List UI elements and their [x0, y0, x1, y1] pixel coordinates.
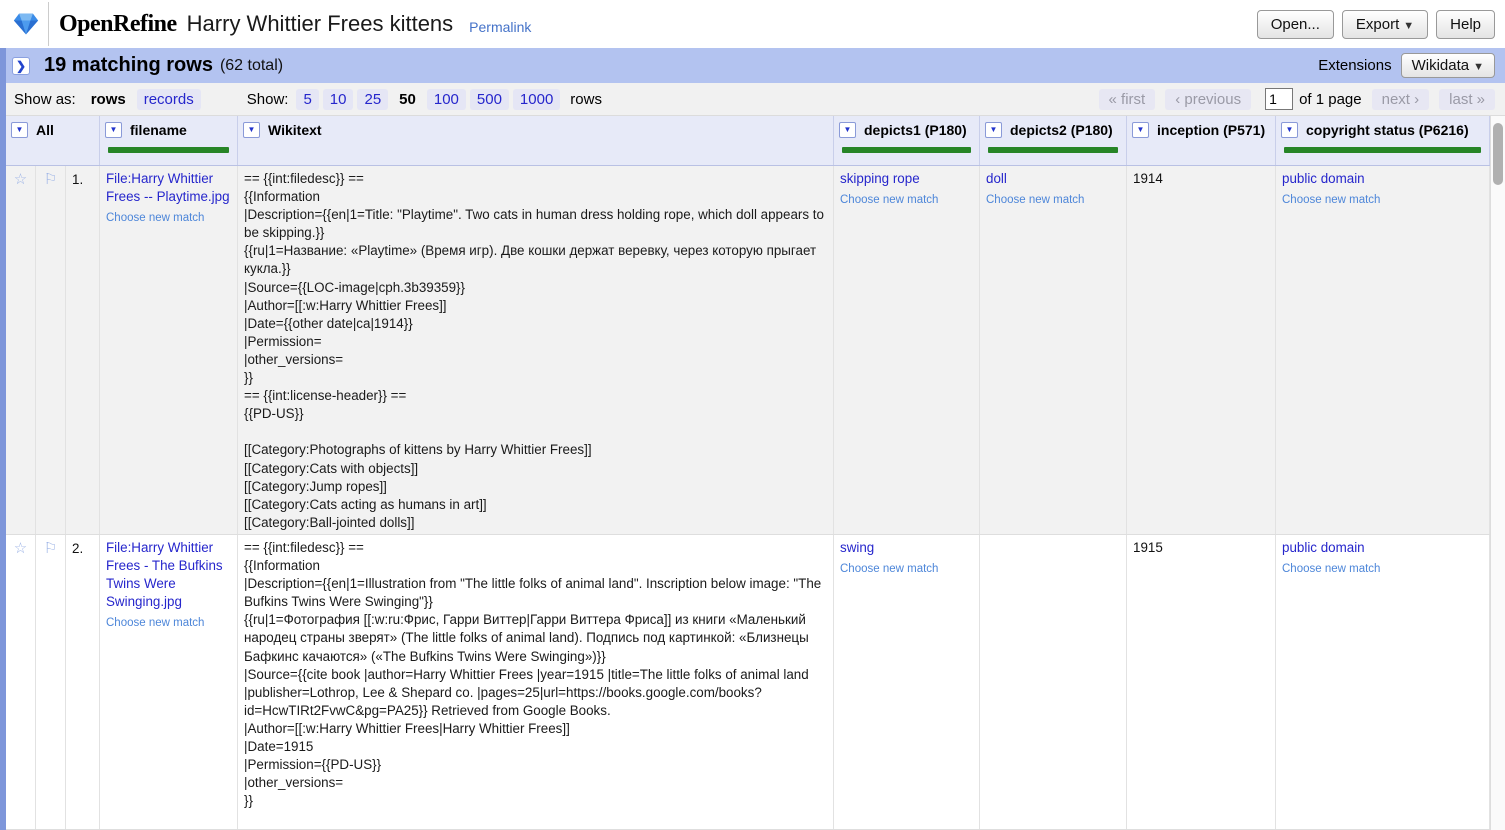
scrollbar-thumb[interactable]	[1493, 123, 1503, 185]
column-header-depicts1: ▼ depicts1 (P180)	[834, 116, 980, 165]
inception-column-menu-icon[interactable]: ▼	[1132, 122, 1149, 138]
filename-match-link[interactable]: File:Harry Whittier Frees - The Bufkins …	[106, 540, 223, 609]
wikitext-cell[interactable]: == {{int:filedesc}} == {{Information |De…	[238, 166, 834, 534]
column-header-all: ▼ All	[6, 116, 100, 165]
page-size-1000[interactable]: 1000	[513, 89, 560, 110]
depicts2-cell: doll Choose new match	[980, 166, 1127, 534]
inception-cell[interactable]: 1914	[1127, 166, 1276, 534]
copyright-column-menu-icon[interactable]: ▼	[1281, 122, 1298, 138]
star-toggle[interactable]: ☆	[6, 535, 36, 829]
star-icon: ☆	[14, 171, 27, 188]
openrefine-diamond-logo	[12, 11, 40, 37]
choose-new-match-link[interactable]: Choose new match	[1282, 560, 1483, 578]
permalink-link[interactable]: Permalink	[469, 19, 531, 35]
pagination-last-button[interactable]: last »	[1439, 89, 1495, 110]
wikidata-caret-icon: ▼	[1473, 61, 1484, 73]
wikidata-extension-button[interactable]: Wikidata▼	[1401, 53, 1495, 78]
wikitext-cell[interactable]: == {{int:filedesc}} == {{Information |De…	[238, 535, 834, 829]
choose-new-match-link[interactable]: Choose new match	[106, 614, 231, 632]
page-number-input[interactable]	[1265, 88, 1293, 110]
open-button[interactable]: Open...	[1257, 10, 1334, 39]
row-index: 2.	[66, 535, 100, 829]
page-size-50-selected[interactable]: 50	[392, 89, 423, 110]
copyright-cell: public domain Choose new match	[1276, 535, 1490, 829]
pagination-next-button[interactable]: next ›	[1372, 89, 1430, 110]
depicts1-column-menu-icon[interactable]: ▼	[839, 122, 856, 138]
filename-cell: File:Harry Whittier Frees -- Playtime.jp…	[100, 166, 238, 534]
extensions-label: Extensions	[1318, 57, 1391, 74]
show-as-label: Show as:	[14, 91, 76, 108]
flag-toggle[interactable]: ⚐	[36, 535, 66, 829]
header-divider	[48, 2, 49, 46]
depicts1-match-link[interactable]: swing	[840, 540, 874, 555]
matching-rows-count: 19 matching rows	[44, 54, 213, 77]
depicts2-column-menu-icon[interactable]: ▼	[985, 122, 1002, 138]
rows-suffix-label: rows	[570, 91, 602, 108]
expand-facets-chevron-icon[interactable]: ❯	[12, 57, 30, 75]
column-header-copyright-status: ▼ copyright status (P6216)	[1276, 116, 1490, 165]
page-size-label: Show:	[247, 91, 289, 108]
app-header: OpenRefine Harry Whittier Frees kittens …	[0, 0, 1505, 48]
depicts2-reconcile-progress	[988, 147, 1118, 153]
total-rows-count: (62 total)	[220, 57, 283, 75]
data-table: ▼ All ▼ filename ▼ Wikitext	[6, 116, 1505, 830]
choose-new-match-link[interactable]: Choose new match	[840, 560, 973, 578]
page-size-5[interactable]: 5	[296, 89, 318, 110]
wikitext-column-menu-icon[interactable]: ▼	[243, 122, 260, 138]
column-header-filename: ▼ filename	[100, 116, 238, 165]
show-as-rows-option[interactable]: rows	[84, 89, 133, 110]
summary-bar: ❯ 19 matching rows (62 total) Extensions…	[0, 48, 1505, 83]
choose-new-match-link[interactable]: Choose new match	[1282, 191, 1483, 209]
depicts1-match-link[interactable]: skipping rope	[840, 171, 920, 186]
page-size-10[interactable]: 10	[323, 89, 354, 110]
page-size-500[interactable]: 500	[470, 89, 509, 110]
export-caret-icon: ▼	[1403, 20, 1414, 32]
column-header-inception: ▼ inception (P571)	[1127, 116, 1276, 165]
table-header-row: ▼ All ▼ filename ▼ Wikitext	[6, 116, 1490, 166]
depicts1-reconcile-progress	[842, 147, 971, 153]
pagination-previous-button[interactable]: ‹ previous	[1165, 89, 1251, 110]
depicts2-match-link[interactable]: doll	[986, 171, 1007, 186]
filename-match-link[interactable]: File:Harry Whittier Frees -- Playtime.jp…	[106, 171, 230, 204]
filename-column-menu-icon[interactable]: ▼	[105, 122, 122, 138]
depicts1-cell: skipping rope Choose new match	[834, 166, 980, 534]
choose-new-match-link[interactable]: Choose new match	[106, 209, 231, 227]
depicts2-cell-empty[interactable]	[980, 535, 1127, 829]
flag-icon: ⚐	[44, 171, 57, 188]
show-as-records-option[interactable]: records	[137, 89, 201, 110]
help-button[interactable]: Help	[1436, 10, 1495, 39]
flag-toggle[interactable]: ⚐	[36, 166, 66, 534]
page-size-25[interactable]: 25	[357, 89, 388, 110]
vertical-scrollbar[interactable]	[1490, 116, 1505, 830]
project-title: Harry Whittier Frees kittens	[187, 11, 454, 37]
pagination-first-button[interactable]: « first	[1099, 89, 1156, 110]
column-header-depicts2: ▼ depicts2 (P180)	[980, 116, 1127, 165]
column-header-wikitext: ▼ Wikitext	[238, 116, 834, 165]
copyright-cell: public domain Choose new match	[1276, 166, 1490, 534]
page-size-100[interactable]: 100	[427, 89, 466, 110]
inception-cell[interactable]: 1915	[1127, 535, 1276, 829]
row-index: 1.	[66, 166, 100, 534]
depicts1-cell: swing Choose new match	[834, 535, 980, 829]
star-toggle[interactable]: ☆	[6, 166, 36, 534]
export-button[interactable]: Export▼	[1342, 10, 1428, 39]
copyright-match-link[interactable]: public domain	[1282, 540, 1365, 555]
openrefine-app: OpenRefine Harry Whittier Frees kittens …	[0, 0, 1505, 830]
view-options-bar: Show as: rows records Show: 5 10 25 50 1…	[0, 83, 1505, 116]
table-row: ☆ ⚐ 2. File:Harry Whittier Frees - The B…	[6, 535, 1490, 830]
copyright-match-link[interactable]: public domain	[1282, 171, 1365, 186]
table-row: ☆ ⚐ 1. File:Harry Whittier Frees -- Play…	[6, 166, 1490, 535]
flag-icon: ⚐	[44, 540, 57, 557]
page-count-label: of 1 page	[1299, 91, 1362, 108]
choose-new-match-link[interactable]: Choose new match	[840, 191, 973, 209]
filename-reconcile-progress	[108, 147, 229, 153]
choose-new-match-link[interactable]: Choose new match	[986, 191, 1120, 209]
filename-cell: File:Harry Whittier Frees - The Bufkins …	[100, 535, 238, 829]
all-column-menu-icon[interactable]: ▼	[11, 122, 28, 138]
copyright-reconcile-progress	[1284, 147, 1481, 153]
facet-panel-edge	[0, 48, 6, 830]
app-logo-text: OpenRefine	[59, 11, 177, 38]
star-icon: ☆	[14, 540, 27, 557]
